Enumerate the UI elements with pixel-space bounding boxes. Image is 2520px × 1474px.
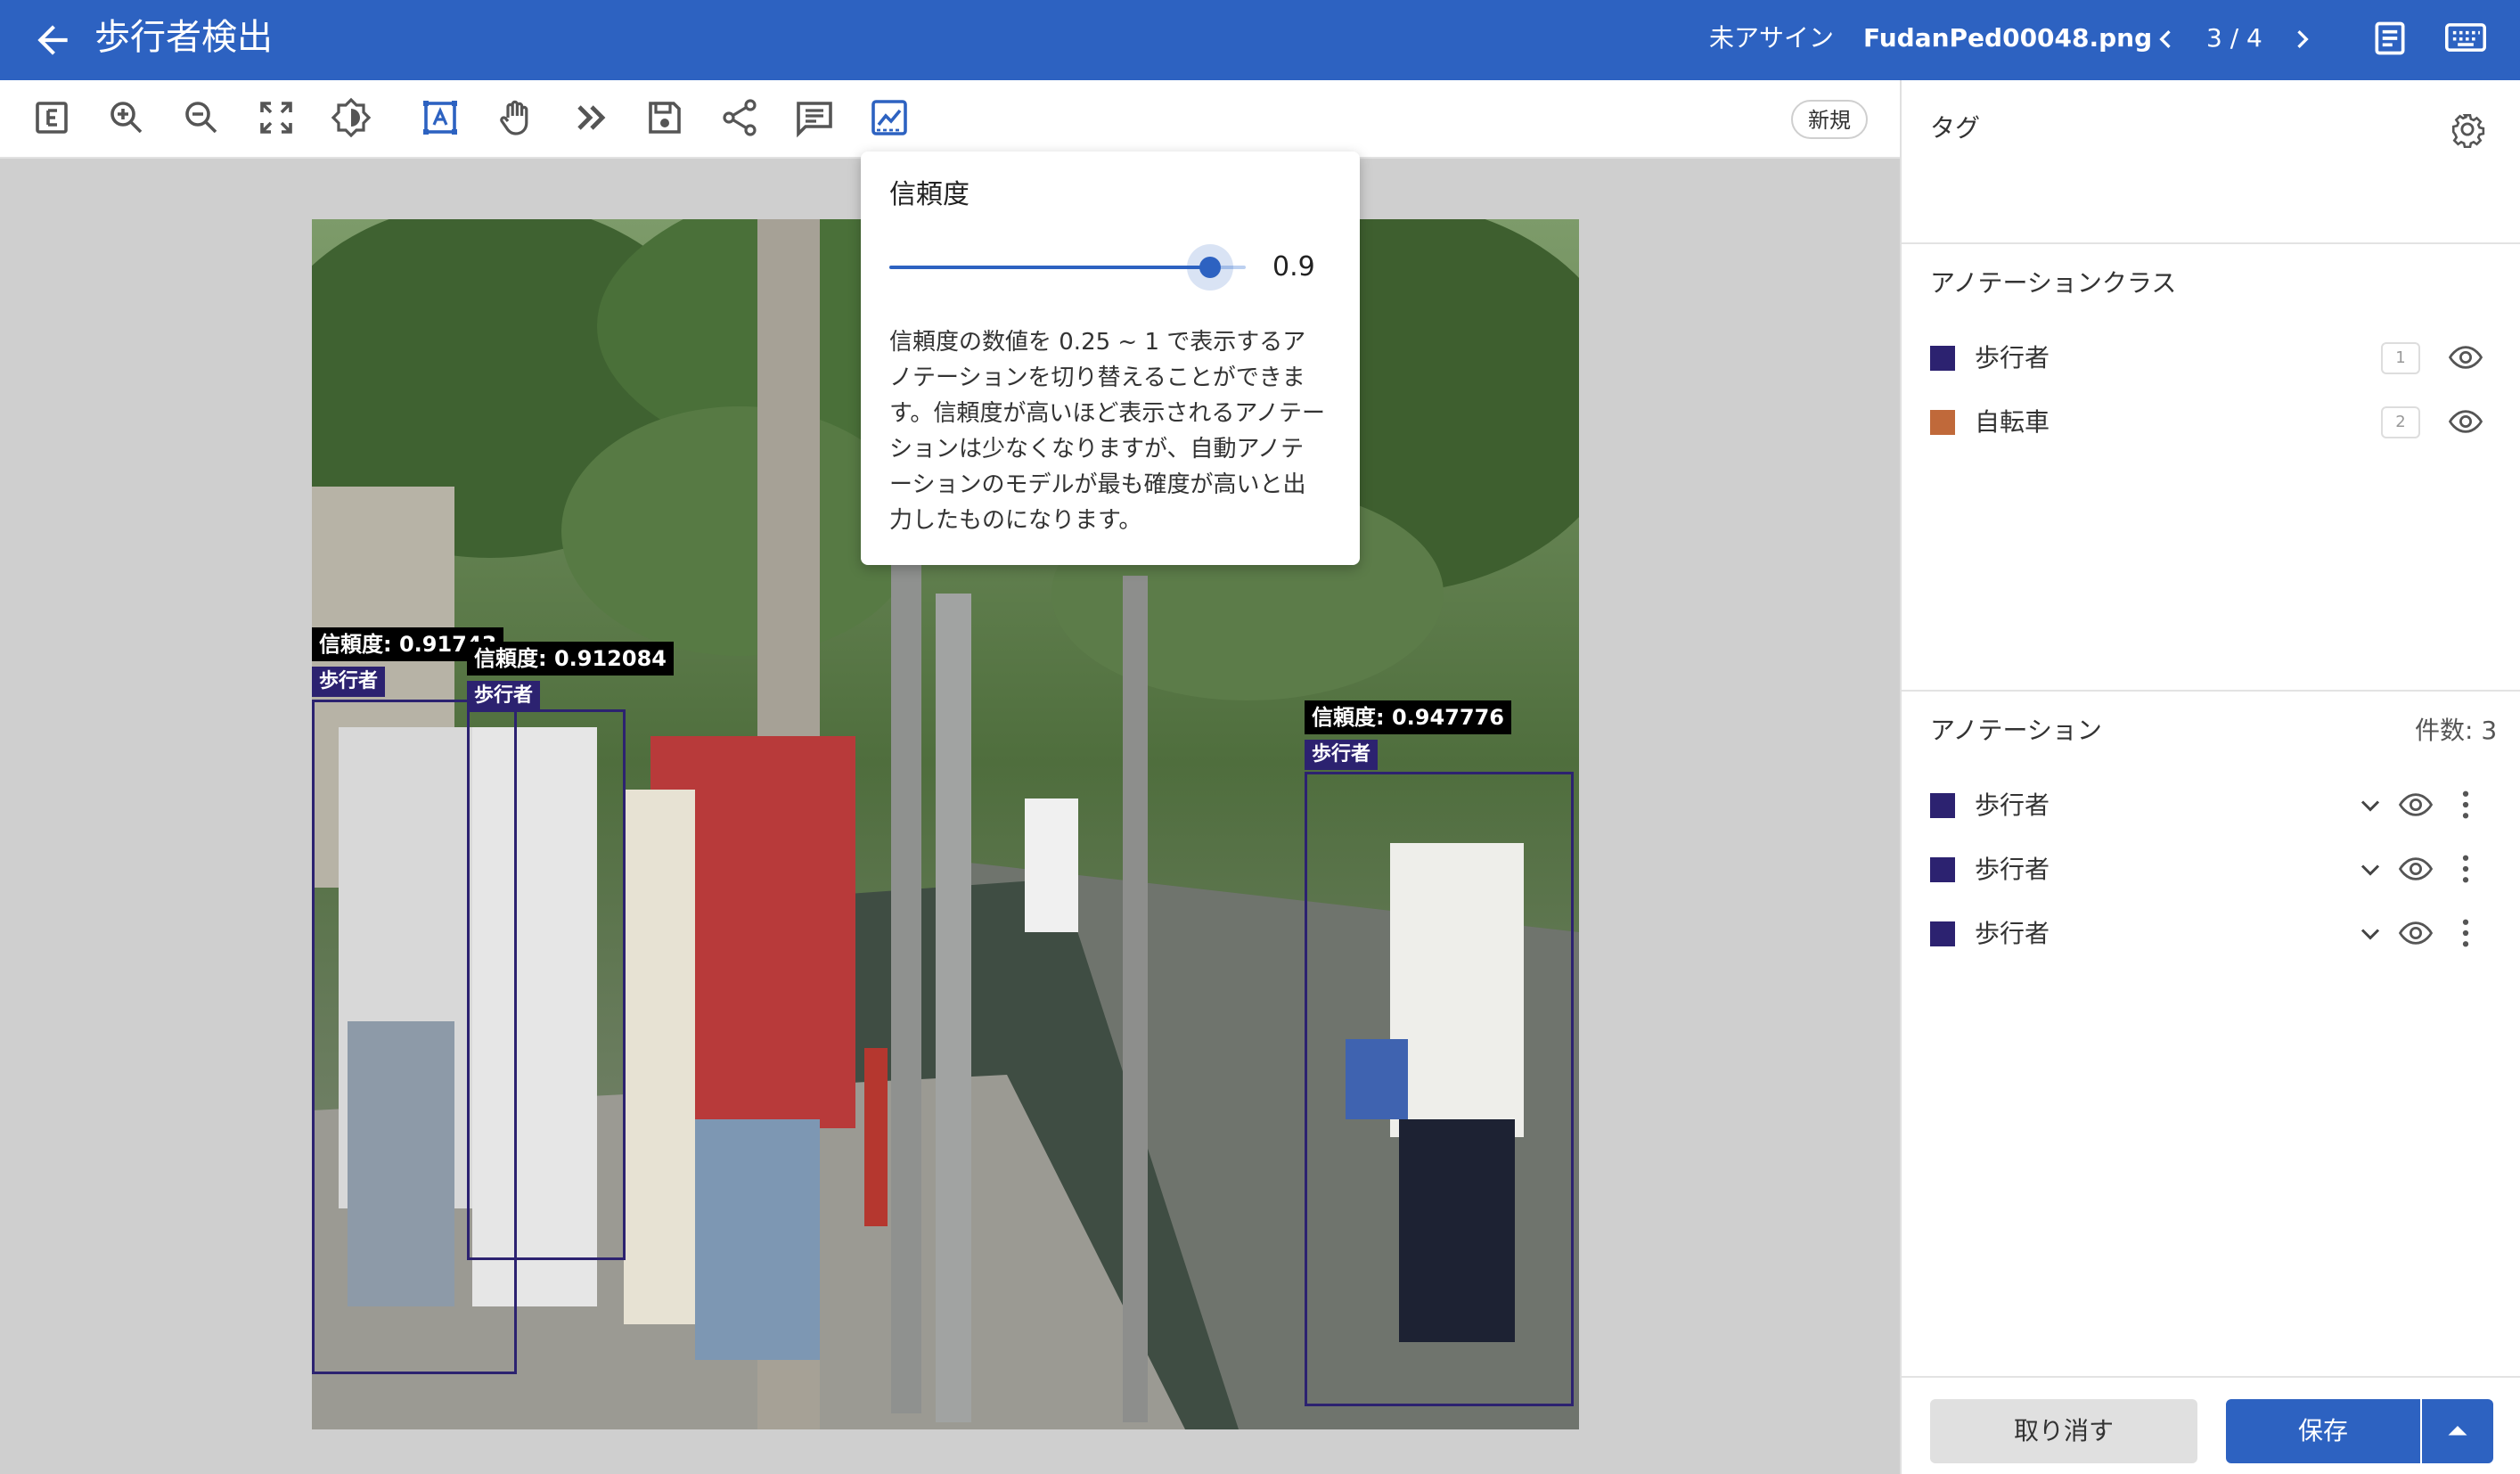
save-options-button[interactable] [2422, 1399, 2493, 1463]
popover-description: 信頼度の数値を 0.25 ~ 1 で表示するアノテーションを切り替えることができ… [889, 329, 1326, 534]
section-divider [1902, 1376, 2520, 1378]
class-label: 歩行者 [1305, 740, 1379, 770]
eye-icon[interactable] [2447, 339, 2484, 376]
annotation-item[interactable]: 歩行者 [1930, 845, 2483, 895]
new-button[interactable]: 新規 [1791, 100, 1868, 139]
chevron-down-icon[interactable] [2354, 918, 2386, 950]
next-image-icon[interactable] [2285, 21, 2320, 57]
pan-hand-icon[interactable] [495, 96, 538, 139]
class-item-bicycle[interactable]: 自転車 2 [1930, 397, 2483, 447]
project-title: 歩行者検出 [94, 17, 273, 58]
section-divider [1902, 690, 2520, 692]
class-color-swatch [1930, 921, 1955, 946]
zoom-in-icon[interactable] [105, 96, 148, 139]
pedestrian-bbox[interactable] [467, 709, 626, 1260]
save-button[interactable]: 保存 [2226, 1399, 2420, 1463]
app-header: 歩行者検出 未アサイン FudanPed00048.png 3 / 4 [0, 0, 2520, 80]
slider-fill [889, 266, 1210, 269]
class-hotkey: 1 [2381, 342, 2420, 374]
assign-status[interactable]: 未アサイン [1709, 21, 1834, 55]
brightness-icon[interactable] [330, 96, 372, 139]
gear-icon[interactable] [2449, 111, 2486, 149]
confidence-slider[interactable] [889, 244, 1246, 291]
annotation-item[interactable]: 歩行者 [1930, 781, 2483, 831]
eye-icon[interactable] [2447, 403, 2484, 440]
comment-icon[interactable] [793, 96, 836, 139]
more-vert-icon[interactable] [2452, 914, 2479, 952]
share-icon[interactable] [718, 96, 761, 139]
zoom-out-icon[interactable] [180, 96, 223, 139]
class-color-swatch [1930, 410, 1955, 435]
class-name: 自転車 [1975, 407, 2050, 437]
popover-title: 信頼度 [889, 179, 970, 210]
save-disk-icon[interactable] [643, 96, 686, 139]
class-color-swatch [1930, 346, 1955, 371]
classes-title: アノテーションクラス [1930, 268, 2177, 298]
class-name: 歩行者 [1975, 343, 2050, 373]
annotation-name: 歩行者 [1975, 790, 2050, 820]
class-hotkey: 2 [2381, 406, 2420, 438]
caret-up-icon [2448, 1426, 2467, 1436]
class-label: 歩行者 [312, 667, 386, 697]
text-box-icon[interactable] [419, 96, 462, 139]
eye-icon[interactable] [2397, 914, 2434, 952]
annotations-title: アノテーション [1930, 716, 2102, 745]
class-item-pedestrian[interactable]: 歩行者 1 [1930, 333, 2483, 383]
section-divider [1902, 242, 2520, 244]
confidence-label: 信頼度: 0.912084 [467, 642, 674, 676]
fast-forward-icon[interactable] [570, 96, 613, 139]
class-color-swatch [1930, 857, 1955, 882]
annotation-name: 歩行者 [1975, 855, 2050, 884]
annotations-count: 件数: 3 [2415, 716, 2498, 745]
eye-icon[interactable] [2397, 786, 2434, 823]
tags-title: タグ [1930, 113, 1981, 143]
cancel-button[interactable]: 取り消す [1930, 1399, 2197, 1463]
fit-screen-icon[interactable] [255, 96, 298, 139]
e-key-icon[interactable] [30, 96, 73, 139]
pedestrian-bbox[interactable] [1305, 772, 1574, 1406]
confidence-label: 信頼度: 0.947776 [1305, 700, 1511, 734]
chart-icon[interactable] [868, 96, 911, 139]
chevron-down-icon[interactable] [2354, 790, 2386, 822]
slider-value: 0.9 [1272, 251, 1315, 283]
slider-thumb[interactable] [1199, 257, 1221, 278]
more-vert-icon[interactable] [2452, 786, 2479, 823]
page-indicator: 3 / 4 [2206, 23, 2262, 53]
back-arrow-icon[interactable] [30, 18, 75, 62]
confidence-popover: 信頼度 0.9 信頼度の数値を 0.25 ~ 1 で表示するアノテーションを切り… [861, 151, 1360, 565]
keyboard-icon[interactable] [2445, 20, 2486, 55]
chevron-down-icon[interactable] [2354, 854, 2386, 886]
eye-icon[interactable] [2397, 850, 2434, 888]
more-vert-icon[interactable] [2452, 850, 2479, 888]
class-color-swatch [1930, 793, 1955, 818]
class-label: 歩行者 [467, 681, 541, 711]
annotation-item[interactable]: 歩行者 [1930, 909, 2483, 959]
file-name: FudanPed00048.png [1863, 23, 2153, 53]
prev-image-icon[interactable] [2148, 21, 2183, 57]
document-icon[interactable] [2370, 18, 2410, 59]
annotation-name: 歩行者 [1975, 919, 2050, 948]
